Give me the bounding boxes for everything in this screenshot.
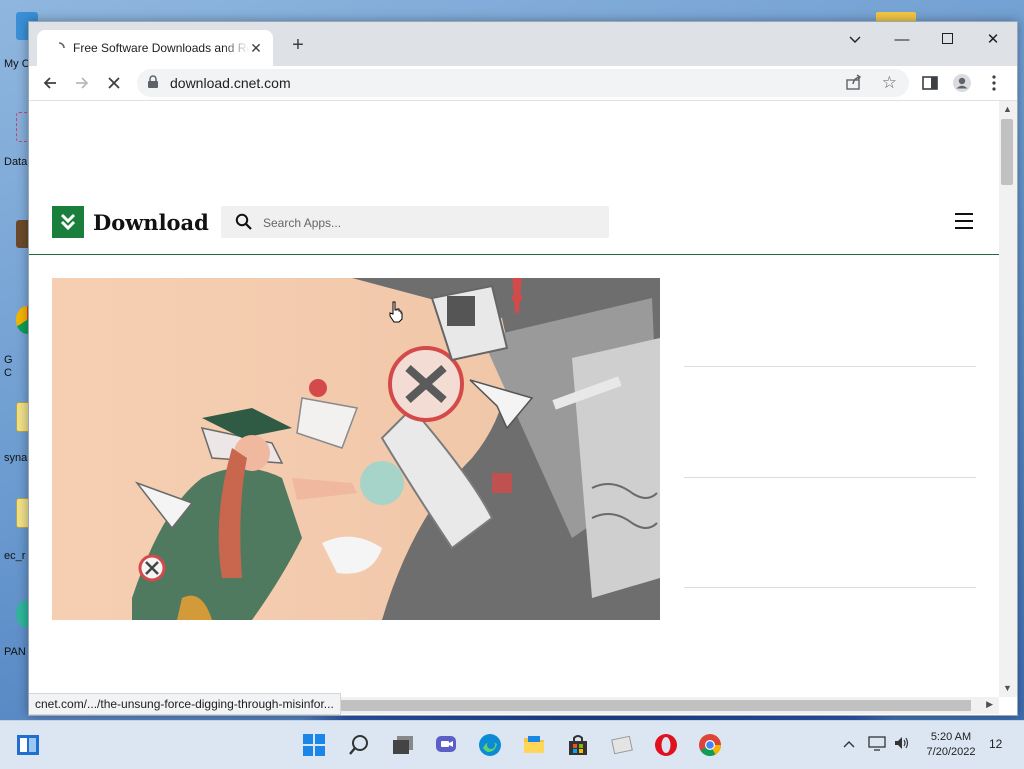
browser-toolbar: download.cnet.com ☆ <box>29 66 1017 101</box>
notification-count-badge[interactable]: 12 <box>989 737 1002 751</box>
search-icon[interactable] <box>235 213 253 236</box>
download-logo-icon[interactable] <box>52 206 84 238</box>
status-bar-url: cnet.com/.../the-unsung-force-digging-th… <box>29 693 341 715</box>
taskbar: 5:20 AM 7/20/2022 12 <box>0 720 1024 769</box>
search-icon[interactable] <box>347 733 371 757</box>
sidebar-divider <box>684 477 976 478</box>
hero-article-image[interactable] <box>52 278 660 620</box>
clock-date: 7/20/2022 <box>926 746 976 758</box>
app-card-icon[interactable] <box>610 733 634 757</box>
chrome-browser-icon[interactable] <box>698 733 722 757</box>
loading-spinner-icon <box>51 40 67 56</box>
chevron-up-icon[interactable] <box>843 735 855 751</box>
hamburger-menu-icon[interactable] <box>955 213 973 229</box>
show-desktop-icon[interactable] <box>16 733 40 757</box>
task-view-icon[interactable] <box>391 733 415 757</box>
stop-loading-icon[interactable] <box>102 71 126 95</box>
address-bar[interactable]: download.cnet.com ☆ <box>137 69 909 97</box>
file-explorer-icon[interactable] <box>522 733 546 757</box>
page-viewport: Download <box>29 101 999 697</box>
side-panel-icon[interactable] <box>918 71 942 95</box>
microsoft-store-icon[interactable] <box>566 733 590 757</box>
tab-close-icon[interactable]: ✕ <box>247 39 265 57</box>
network-icon[interactable] <box>868 735 886 754</box>
opera-browser-icon[interactable] <box>654 733 678 757</box>
bookmark-star-icon[interactable]: ☆ <box>882 73 897 93</box>
maximize-button[interactable] <box>932 28 962 52</box>
menu-dots-icon[interactable] <box>982 71 1006 95</box>
tab-title: Free Software Downloads and Reviews <box>73 41 249 55</box>
search-bar[interactable] <box>221 206 609 238</box>
scroll-right-arrow-icon[interactable]: ▶ <box>986 699 993 710</box>
tab-strip: Free Software Downloads and Reviews ✕ + … <box>29 22 1017 66</box>
teams-chat-icon[interactable] <box>434 733 458 757</box>
taskbar-clock[interactable]: 5:20 AM 7/20/2022 <box>918 730 984 760</box>
sidebar-divider <box>684 366 976 367</box>
windows-start-icon[interactable] <box>302 733 326 757</box>
lock-icon[interactable] <box>147 75 159 94</box>
volume-icon[interactable] <box>893 735 911 754</box>
profile-avatar-icon[interactable] <box>950 71 974 95</box>
vertical-scrollbar[interactable]: ▲ ▼ <box>999 101 1017 697</box>
sidebar-divider <box>684 587 976 588</box>
scroll-up-arrow-icon[interactable]: ▲ <box>1003 104 1012 114</box>
close-window-button[interactable]: ✕ <box>978 28 1008 52</box>
edge-browser-icon[interactable] <box>478 733 502 757</box>
forward-arrow-icon[interactable] <box>70 71 94 95</box>
new-tab-button[interactable]: + <box>287 34 309 56</box>
back-arrow-icon[interactable] <box>38 71 62 95</box>
site-header: Download <box>29 206 999 255</box>
browser-window: Free Software Downloads and Reviews ✕ + … <box>28 21 1018 716</box>
search-input[interactable] <box>261 212 595 234</box>
tab-active[interactable]: Free Software Downloads and Reviews ✕ <box>37 30 273 66</box>
site-logo-text[interactable]: Download <box>93 210 209 235</box>
clock-time: 5:20 AM <box>930 731 972 743</box>
scroll-down-arrow-icon[interactable]: ▼ <box>1003 683 1012 693</box>
tab-search-chevron-icon[interactable] <box>840 28 870 52</box>
url-text: download.cnet.com <box>170 75 291 91</box>
share-icon[interactable] <box>845 73 863 96</box>
hand-cursor-icon <box>389 301 403 323</box>
scrollbar-thumb[interactable] <box>1001 119 1013 185</box>
minimize-button[interactable]: — <box>887 28 917 52</box>
